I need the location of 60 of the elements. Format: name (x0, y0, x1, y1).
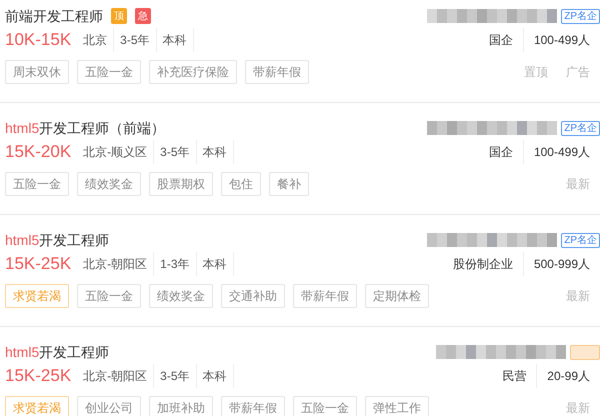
company-info: 民营 (492, 364, 538, 388)
salary: 15K-20K (5, 141, 72, 164)
benefit-tag: 股票期权 (149, 172, 213, 196)
salary: 15K-25K (5, 253, 72, 276)
badge-icon (570, 344, 600, 360)
benefit-tag: 包住 (221, 172, 261, 196)
company-badge: ZP名企 (561, 8, 600, 24)
company-info: 国企 (478, 140, 524, 164)
job-requirement: 3-5年 (154, 364, 197, 388)
benefit-tag: 交通补助 (221, 284, 285, 308)
benefit-tag: 五险一金 (77, 60, 141, 84)
job-requirement: 本科 (196, 252, 234, 276)
benefit-tag: 补充医疗保险 (149, 60, 237, 84)
listing-note: 置顶 (524, 64, 548, 81)
benefit-tag: 创业公司 (77, 396, 141, 416)
company-info: 股份制企业 (442, 252, 524, 276)
job-title[interactable]: html5开发工程师 (5, 342, 110, 362)
flag-badge: 顶 (111, 8, 127, 24)
listing-note: 最新 (566, 176, 590, 193)
benefit-tag: 求贤若渴 (5, 396, 69, 416)
company-info: 100-499人 (532, 32, 591, 49)
benefit-tag: 带薪年假 (293, 284, 357, 308)
company-info: 500-999人 (532, 256, 591, 273)
benefit-tag: 弹性工作 (365, 396, 429, 416)
company-info: 20-99人 (546, 368, 591, 385)
job-title[interactable]: html5开发工程师（前端） (5, 118, 166, 138)
job-requirement: 本科 (196, 364, 234, 388)
listing-note: 最新 (566, 400, 590, 416)
benefit-tag: 定期体检 (365, 284, 429, 308)
job-requirement: 北京-朝阳区 (77, 364, 154, 388)
job-title[interactable]: html5开发工程师 (5, 230, 110, 250)
benefit-tag: 绩效奖金 (77, 172, 141, 196)
job-title[interactable]: 前端开发工程师 (5, 6, 103, 26)
job-requirement: 北京 (77, 28, 114, 52)
salary: 15K-25K (5, 365, 72, 388)
job-requirement: 3-5年 (114, 28, 157, 52)
benefit-tag: 绩效奖金 (149, 284, 213, 308)
job-requirement: 本科 (196, 140, 234, 164)
listing-note: 广告 (566, 64, 590, 81)
company-badge: ZP名企 (561, 120, 600, 136)
company-info: 国企 (478, 28, 524, 52)
flag-badge: 急 (135, 8, 151, 24)
job-requirement: 北京-朝阳区 (77, 252, 154, 276)
benefit-tag: 周末双休 (5, 60, 69, 84)
job-requirement: 1-3年 (154, 252, 197, 276)
benefit-tag: 五险一金 (77, 284, 141, 308)
benefit-tag: 带薪年假 (221, 396, 285, 416)
job-requirement: 本科 (156, 28, 194, 52)
benefit-tag: 加班补助 (149, 396, 213, 416)
company-badge: ZP名企 (561, 232, 600, 248)
salary: 10K-15K (5, 29, 72, 52)
benefit-tag: 带薪年假 (245, 60, 309, 84)
job-requirement: 3-5年 (154, 140, 197, 164)
job-requirement: 北京-顺义区 (77, 140, 154, 164)
company-info: 100-499人 (532, 144, 591, 161)
benefit-tag: 五险一金 (5, 172, 69, 196)
benefit-tag: 五险一金 (293, 396, 357, 416)
benefit-tag: 求贤若渴 (5, 284, 69, 308)
benefit-tag: 餐补 (269, 172, 309, 196)
listing-note: 最新 (566, 288, 590, 305)
